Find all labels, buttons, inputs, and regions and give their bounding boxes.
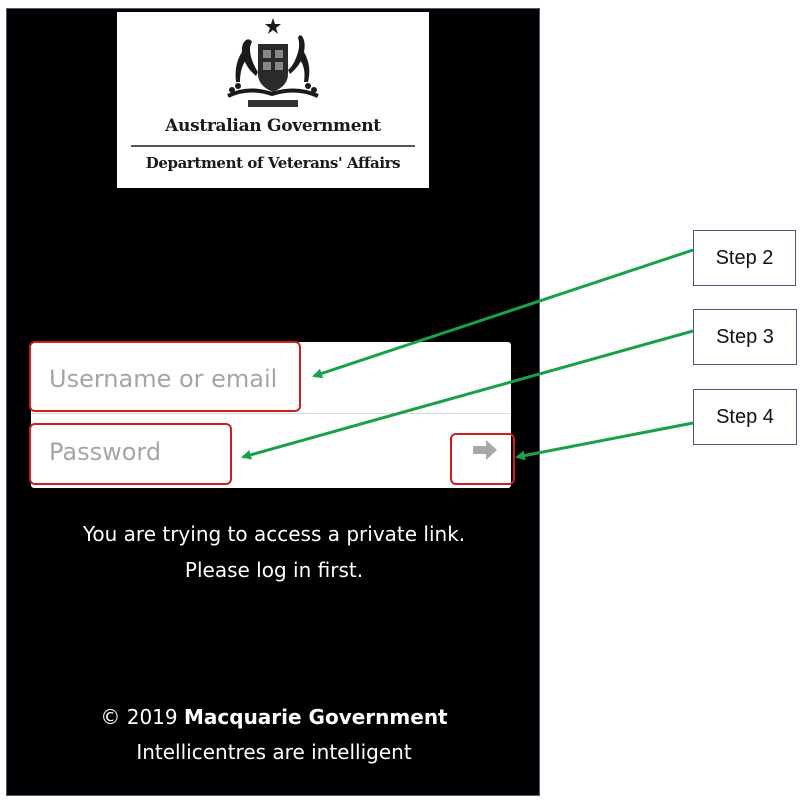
footer-tagline: Intellicentres are intelligent (136, 740, 412, 764)
step-4-label: Step 4 (693, 389, 797, 445)
company-name: Macquarie Government (184, 705, 448, 729)
department-logo: Australian Government Department of Vete… (117, 12, 429, 188)
logo-subtitle: Department of Veterans' Affairs (145, 154, 401, 172)
step-4-arrow (515, 421, 694, 461)
coat-of-arms-emblem (227, 18, 319, 107)
footer-copyright: © 2019 Macquarie Government (7, 705, 541, 729)
password-highlight-box (29, 423, 232, 485)
logo-title: Australian Government (165, 116, 381, 136)
step-2-label: Step 2 (693, 230, 796, 286)
logo-divider (131, 145, 415, 147)
step-3-label: Step 3 (693, 309, 797, 365)
username-highlight-box (29, 341, 301, 412)
private-link-message: You are trying to access a private link. (82, 522, 466, 546)
copyright-text: © 2019 (100, 705, 184, 729)
submit-highlight-box (450, 433, 515, 485)
login-prompt-message: Please log in first. (184, 558, 364, 582)
